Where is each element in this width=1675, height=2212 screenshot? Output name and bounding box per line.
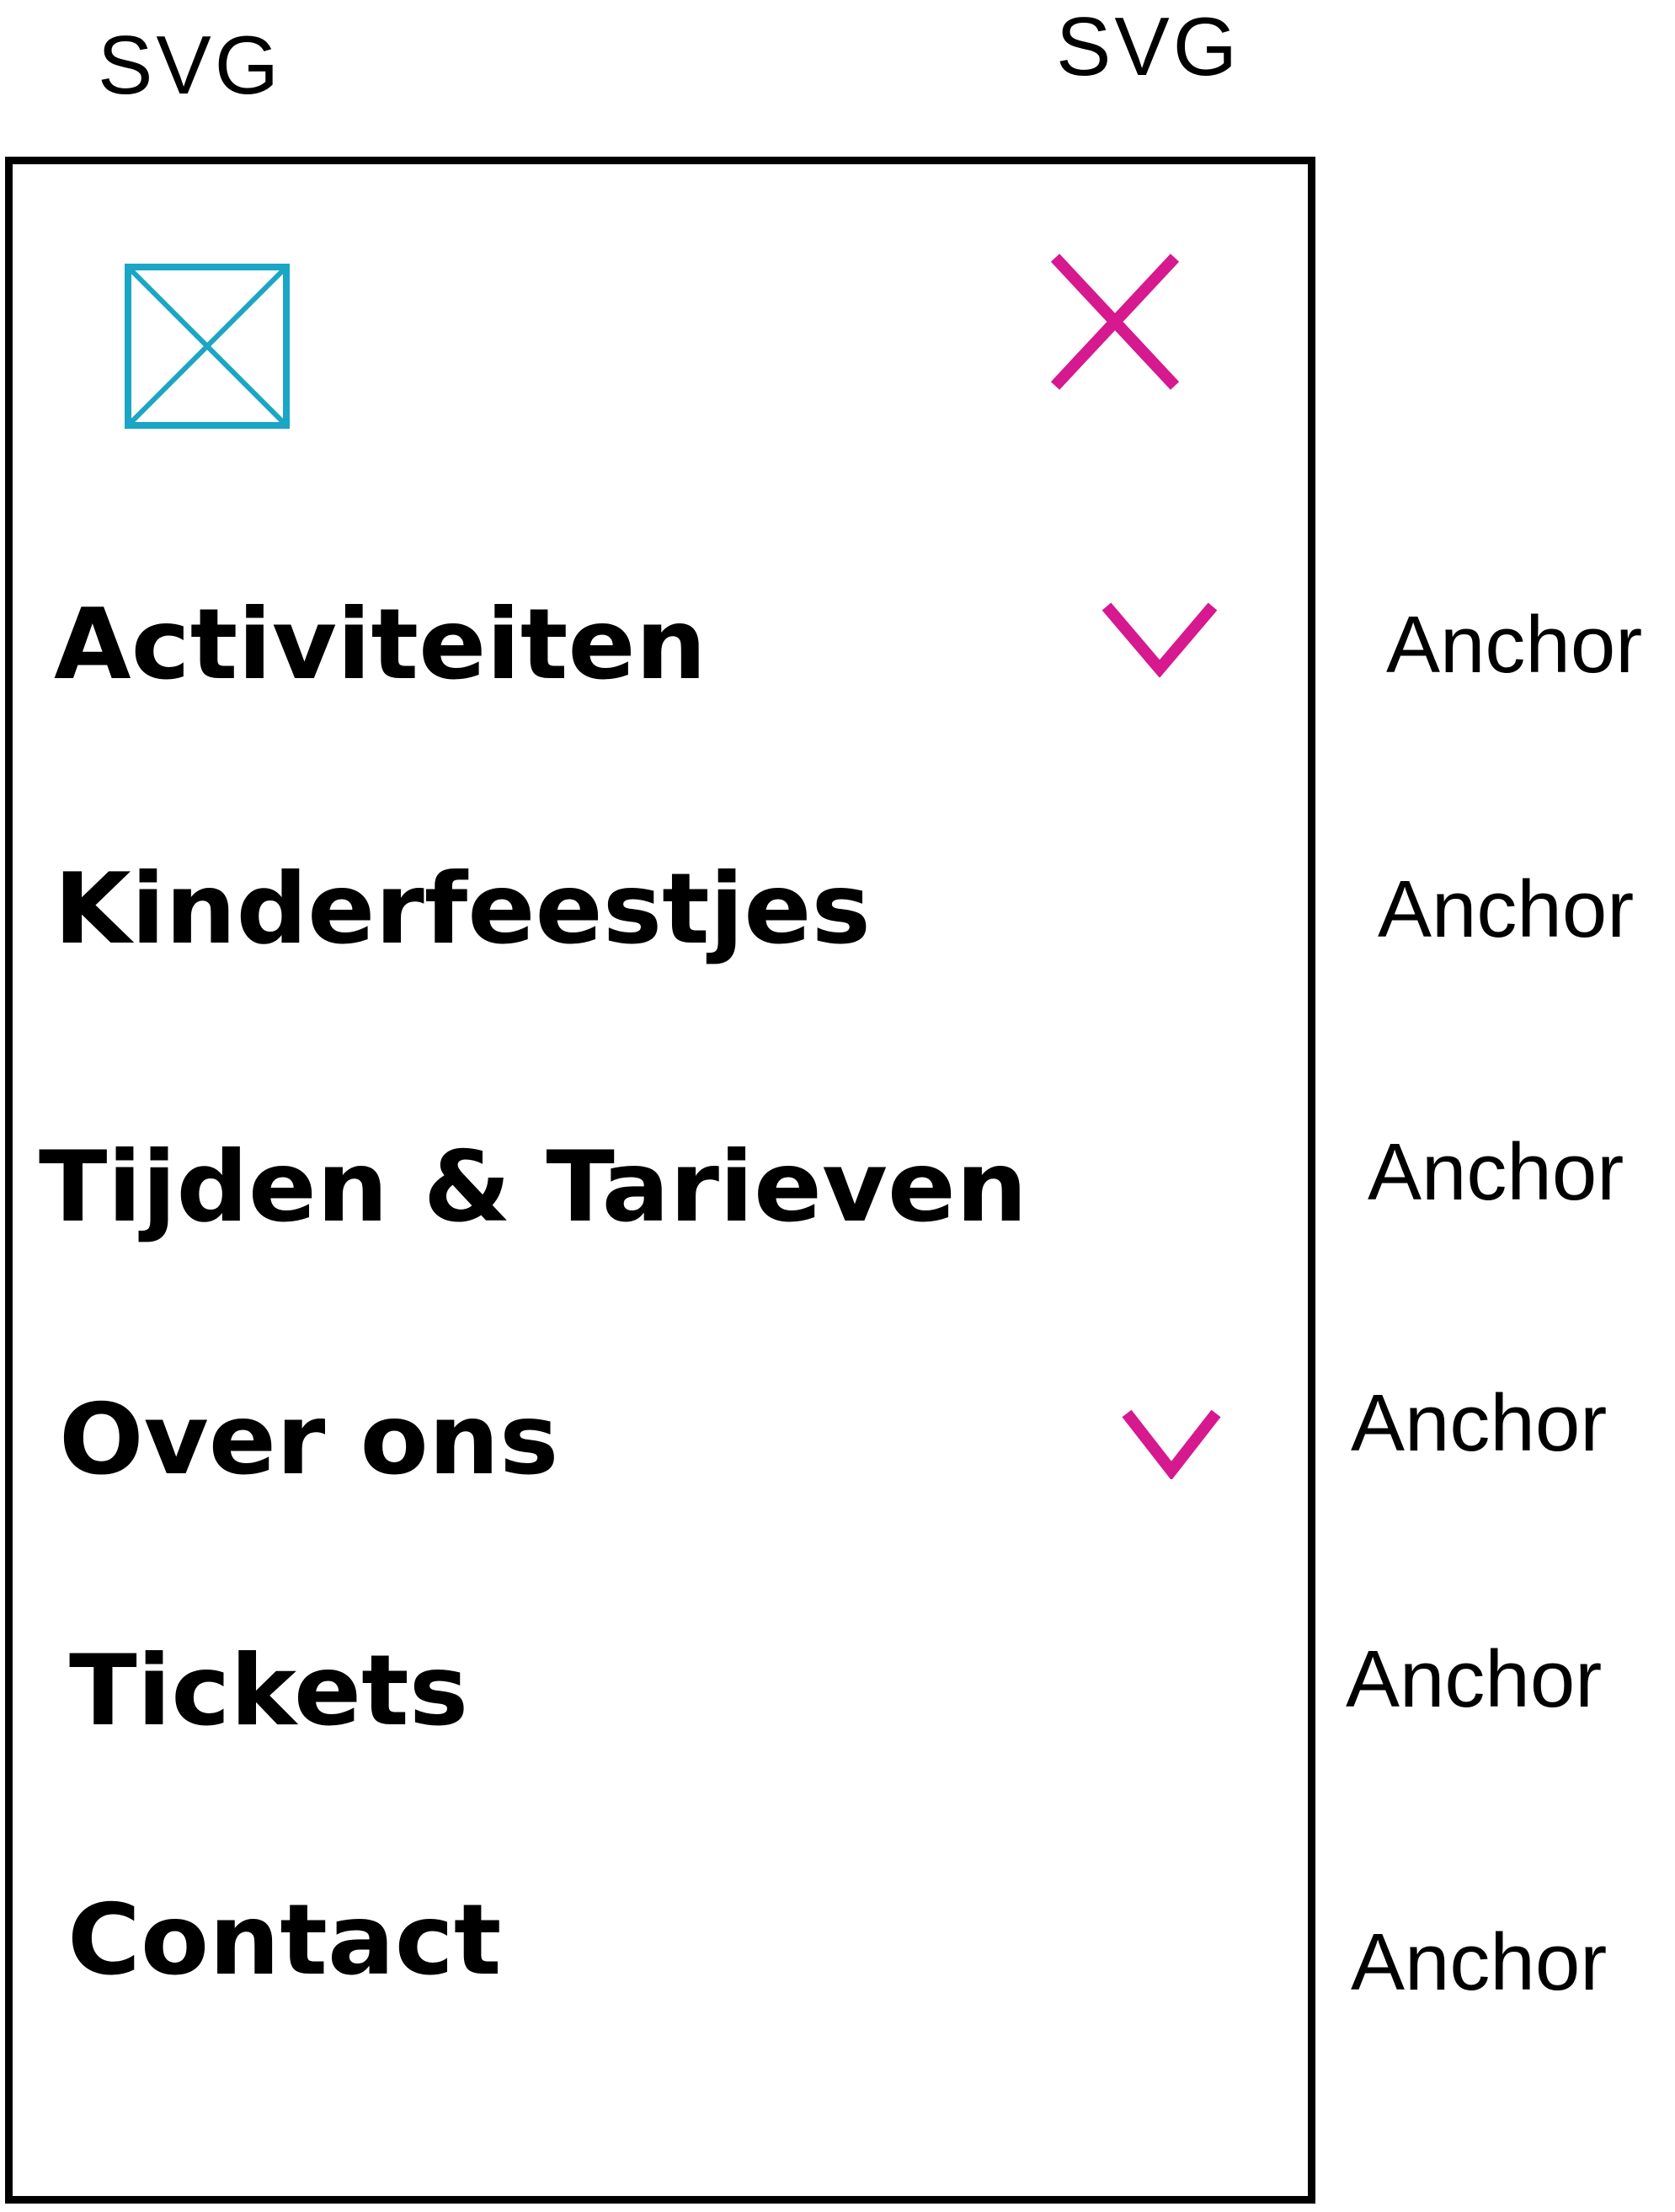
chevron-down-icon[interactable]: [1120, 1407, 1223, 1479]
anchor-annotation: Anchor: [1378, 864, 1635, 954]
anchor-annotation: Anchor: [1346, 1634, 1603, 1724]
logo-svg-annotation: SVG: [98, 19, 282, 111]
menu-item-tickets[interactable]: Tickets: [69, 1643, 468, 1740]
anchor-annotation: Anchor: [1386, 600, 1643, 690]
anchor-annotation: Anchor: [1351, 1917, 1608, 2007]
image-placeholder-icon[interactable]: [125, 264, 290, 429]
anchor-annotation: Anchor: [1351, 1378, 1608, 1468]
menu-item-contact[interactable]: Contact: [67, 1892, 501, 1990]
menu-item-activiteiten[interactable]: Activiteiten: [54, 596, 707, 694]
menu-item-over-ons[interactable]: Over ons: [59, 1392, 558, 1489]
menu-item-tijden-tarieven[interactable]: Tijden & Tarieven: [39, 1139, 1027, 1237]
close-icon[interactable]: [1048, 253, 1183, 392]
chevron-down-icon[interactable]: [1100, 600, 1219, 677]
menu-item-kinderfeestjes[interactable]: Kinderfeestjes: [54, 861, 871, 959]
anchor-annotation: Anchor: [1368, 1127, 1624, 1217]
close-svg-annotation: SVG: [1056, 0, 1240, 93]
